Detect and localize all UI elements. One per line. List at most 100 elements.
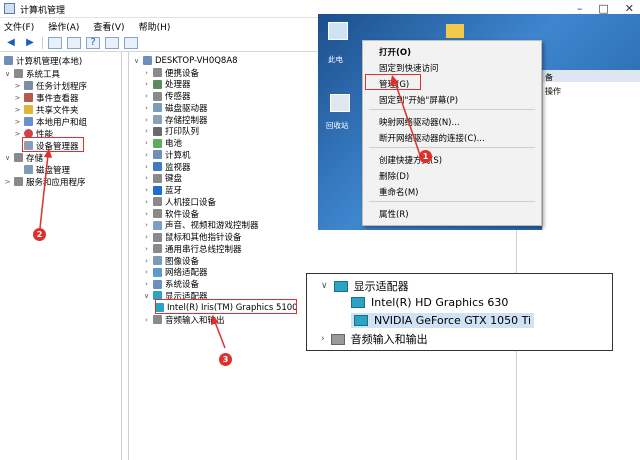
device-category[interactable]: › 声音、视频和游戏控制器: [143, 220, 259, 231]
zoom-nvidia: NVIDIA GeForce GTX 1050 Ti: [351, 313, 535, 328]
device-category[interactable]: › 便携设备: [143, 67, 199, 79]
chevron-right-icon[interactable]: ›: [143, 186, 150, 194]
users-icon: [24, 117, 33, 126]
chevron-right-icon[interactable]: ›: [143, 127, 150, 135]
chevron-down-icon[interactable]: ∨: [143, 292, 150, 300]
device-category[interactable]: › 存储控制器: [143, 114, 208, 126]
back-arrow-icon[interactable]: ◀: [4, 37, 18, 49]
chevron-down-icon[interactable]: ∨: [4, 70, 11, 78]
tree-item-task-scheduler[interactable]: > 任务计划程序: [14, 80, 87, 92]
tree-item-local-users[interactable]: > 本地用户和组: [14, 116, 87, 128]
chevron-right-icon[interactable]: ›: [143, 69, 150, 77]
chevron-down-icon[interactable]: ∨: [133, 57, 140, 65]
chevron-right-icon[interactable]: ›: [143, 116, 150, 124]
menu-item-disconnect-drive[interactable]: 断开网络驱动器的连接(C)...: [379, 132, 485, 144]
folder-icon[interactable]: [446, 24, 464, 38]
chevron-right-icon[interactable]: ›: [143, 210, 150, 218]
chevron-right-icon[interactable]: ›: [143, 163, 150, 171]
device-category[interactable]: › 打印队列: [143, 126, 199, 137]
device-category[interactable]: › 软件设备: [143, 208, 200, 220]
chevron-right-icon[interactable]: >: [14, 82, 21, 90]
forward-arrow-icon[interactable]: ▶: [23, 37, 37, 49]
device-category[interactable]: › 电池: [143, 138, 182, 149]
device-category[interactable]: › 传感器: [143, 91, 191, 102]
device-category-label: 图像设备: [165, 256, 200, 267]
menu-file[interactable]: 文件(F): [4, 20, 34, 33]
show-hide-tree-icon[interactable]: [67, 36, 81, 49]
chevron-right-icon[interactable]: ›: [143, 174, 150, 182]
this-pc-icon[interactable]: [328, 22, 348, 40]
tree-item-system-tools[interactable]: ∨ 系统工具: [4, 68, 60, 80]
chevron-right-icon[interactable]: >: [4, 178, 11, 186]
tree-root[interactable]: 计算机管理(本地): [4, 55, 83, 67]
menu-item-delete[interactable]: 删除(D): [379, 170, 409, 182]
menu-item-properties[interactable]: 属性(R): [379, 208, 409, 220]
chevron-right-icon[interactable]: ›: [143, 257, 150, 265]
device-category[interactable]: › 监视器: [143, 161, 191, 173]
chevron-right-icon[interactable]: ›: [143, 280, 150, 288]
menu-help[interactable]: 帮助(H): [139, 20, 171, 33]
tree-label: 共享文件夹: [36, 105, 79, 116]
chevron-right-icon[interactable]: ›: [143, 268, 150, 276]
tree-item-disk-management[interactable]: 磁盘管理: [24, 164, 71, 176]
chevron-right-icon[interactable]: ›: [143, 104, 150, 112]
device-category-label: 打印队列: [165, 127, 200, 138]
computer-icon: [143, 56, 152, 65]
context-menu: 打开(O) 固定到快速访问 管理(G) 固定到"开始"屏幕(P) 映射网络驱动器…: [362, 40, 542, 226]
device-category[interactable]: › 磁盘驱动器: [143, 102, 208, 114]
tree-item-storage[interactable]: ∨ 存储: [4, 152, 43, 164]
chevron-down-icon[interactable]: ∨: [4, 154, 11, 162]
recycle-bin-icon[interactable]: [330, 94, 350, 112]
recycle-bin-label: 回收站: [326, 121, 349, 130]
device-category[interactable]: › 键盘: [143, 173, 182, 184]
device-audio[interactable]: › 音频输入和输出: [143, 314, 225, 326]
menu-item-pin-start[interactable]: 固定到"开始"屏幕(P): [379, 94, 458, 106]
device-root[interactable]: ∨ DESKTOP-VH0Q8A8: [133, 55, 238, 66]
chevron-right-icon[interactable]: ›: [143, 80, 150, 88]
menu-item-pin-quick-access[interactable]: 固定到快速访问: [379, 62, 439, 74]
device-category[interactable]: › 蓝牙: [143, 185, 182, 196]
chevron-right-icon[interactable]: ›: [143, 233, 150, 241]
display-adapter-icon: [351, 297, 365, 308]
menu-item-create-shortcut[interactable]: 创建快捷方式(S): [379, 154, 442, 166]
menu-item-rename[interactable]: 重命名(M): [379, 186, 418, 198]
tree-label: 磁盘管理: [36, 165, 71, 176]
tree-item-event-viewer[interactable]: > 事件查看器: [14, 92, 79, 104]
monitor-icon[interactable]: [124, 36, 138, 49]
chevron-right-icon[interactable]: >: [14, 118, 21, 126]
chevron-right-icon[interactable]: ›: [143, 139, 150, 147]
menu-action[interactable]: 操作(A): [48, 20, 79, 33]
chevron-right-icon[interactable]: ›: [143, 92, 150, 100]
properties-icon[interactable]: [105, 36, 119, 49]
disk-icon: [24, 165, 33, 174]
device-category[interactable]: › 网络适配器: [143, 267, 208, 278]
device-category[interactable]: › 图像设备: [143, 255, 200, 267]
device-category-label: 软件设备: [165, 209, 200, 220]
up-folder-icon[interactable]: [48, 36, 62, 49]
menu-view[interactable]: 查看(V): [93, 20, 124, 33]
device-category-icon: [153, 256, 162, 265]
chevron-right-icon[interactable]: ›: [143, 316, 150, 324]
menu-item-map-drive[interactable]: 映射网络驱动器(N)...: [379, 116, 460, 128]
chevron-right-icon[interactable]: ›: [143, 198, 150, 206]
tree-item-services[interactable]: > 服务和应用程序: [4, 176, 86, 188]
device-category[interactable]: › 计算机: [143, 149, 191, 161]
chevron-right-icon[interactable]: ›: [143, 221, 150, 229]
zoom-audio: › 音频输入和输出: [321, 331, 428, 347]
chevron-down-icon: ∨: [321, 281, 328, 291]
device-category[interactable]: › 通用串行总线控制器: [143, 243, 242, 255]
chevron-right-icon[interactable]: ›: [143, 245, 150, 253]
chevron-right-icon: ›: [321, 334, 325, 344]
chevron-right-icon[interactable]: ›: [143, 151, 150, 159]
device-category[interactable]: › 鼠标和其他指针设备: [143, 232, 242, 243]
tree-item-shared-folders[interactable]: > 共享文件夹: [14, 104, 79, 116]
chevron-right-icon[interactable]: >: [14, 130, 21, 138]
tree-label: 计算机管理(本地): [16, 56, 83, 67]
chevron-right-icon[interactable]: >: [14, 94, 21, 102]
device-category[interactable]: › 处理器: [143, 79, 191, 90]
help-icon[interactable]: ?: [86, 36, 100, 49]
device-category[interactable]: › 系统设备: [143, 279, 199, 290]
device-category[interactable]: › 人机接口设备: [143, 196, 216, 208]
chevron-right-icon[interactable]: >: [14, 106, 21, 114]
menu-item-open[interactable]: 打开(O): [379, 46, 411, 58]
